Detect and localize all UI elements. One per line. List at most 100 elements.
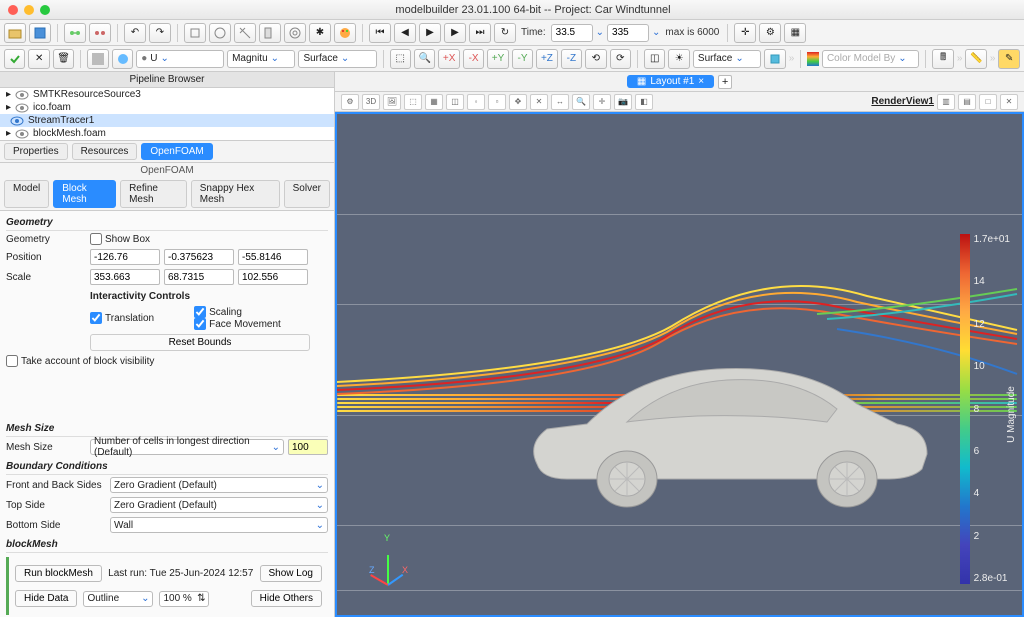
camera-x-icon[interactable]: +X: [438, 49, 459, 69]
time-input[interactable]: [551, 24, 593, 42]
scaling-checkbox[interactable]: [194, 306, 206, 318]
sphere-icon[interactable]: [209, 23, 231, 43]
axis-icon[interactable]: ✛: [734, 23, 756, 43]
apply-icon[interactable]: [4, 49, 25, 69]
colormap-icon[interactable]: [807, 52, 819, 66]
split-view-icon[interactable]: ▥: [937, 94, 955, 110]
maximize-view-icon[interactable]: □: [979, 94, 997, 110]
select-block-icon[interactable]: ◫: [446, 94, 464, 110]
facemove-checkbox[interactable]: [194, 318, 206, 330]
pipeline-item-selected[interactable]: StreamTracer1: [0, 114, 334, 127]
next-frame-icon[interactable]: ▶: [444, 23, 466, 43]
color-model-dropdown[interactable]: Color Model By⌄: [822, 50, 920, 68]
tab-properties[interactable]: Properties: [4, 143, 68, 160]
hide-others-button[interactable]: Hide Others: [251, 590, 322, 607]
outline-select[interactable]: Outline⌄: [83, 591, 153, 607]
reset-icon[interactable]: ✕: [28, 49, 49, 69]
run-blockmesh-button[interactable]: Run blockMesh: [15, 565, 102, 582]
view-3d-icon[interactable]: 3D: [362, 94, 380, 110]
zoom-box-icon[interactable]: 🔍: [572, 94, 590, 110]
color-solid-icon[interactable]: [87, 49, 108, 69]
hover-cell-icon[interactable]: ▫: [488, 94, 506, 110]
pos-z-input[interactable]: [238, 249, 308, 265]
opacity-stepper[interactable]: 100 %⇅: [159, 591, 209, 607]
tab-model[interactable]: Model: [4, 180, 49, 208]
slice-icon[interactable]: [234, 23, 256, 43]
tab-solver[interactable]: Solver: [284, 180, 330, 208]
maximize-icon[interactable]: [40, 5, 50, 15]
color-scalar-icon[interactable]: [112, 49, 133, 69]
variable-dropdown[interactable]: ●U⌄: [136, 50, 224, 68]
screenshot-icon[interactable]: 📷: [614, 94, 632, 110]
layout-tab[interactable]: ▦Layout #1×: [627, 75, 714, 88]
pipeline-item[interactable]: ▸SMTKResourceSource3: [0, 88, 334, 101]
play-icon[interactable]: ▶: [419, 23, 441, 43]
save-icon[interactable]: [29, 23, 51, 43]
disconnect-icon[interactable]: [89, 23, 111, 43]
bottom-side-select[interactable]: Wall⌄: [110, 517, 328, 533]
pipeline-item[interactable]: ▸ico.foam: [0, 101, 334, 114]
open-icon[interactable]: [4, 23, 26, 43]
pos-y-input[interactable]: [164, 249, 234, 265]
close-icon[interactable]: [8, 5, 18, 15]
palette-icon[interactable]: [334, 23, 356, 43]
loop-icon[interactable]: ↻: [494, 23, 516, 43]
representation-dropdown[interactable]: Surface⌄: [298, 50, 376, 68]
camera-nx-icon[interactable]: -X: [463, 49, 484, 69]
tab-refinemesh[interactable]: Refine Mesh: [120, 180, 187, 208]
gear-icon[interactable]: ⚙: [759, 23, 781, 43]
prev-frame-icon[interactable]: ◀: [394, 23, 416, 43]
close-view-icon[interactable]: ✕: [1000, 94, 1018, 110]
camera-adjust-icon[interactable]: ↔: [551, 94, 569, 110]
cube-icon[interactable]: [764, 49, 785, 69]
render-view[interactable]: 1.7e+01 14 12 10 8 6 4 2 2.8e-01 U Magni…: [335, 112, 1024, 617]
undo-icon[interactable]: ↶: [124, 23, 146, 43]
block-visibility-checkbox[interactable]: [6, 355, 18, 367]
camera-z-icon[interactable]: +Z: [536, 49, 557, 69]
grid-icon[interactable]: ▦: [784, 23, 806, 43]
connect-icon[interactable]: [64, 23, 86, 43]
calculator-icon[interactable]: 🖩: [932, 49, 953, 69]
edit-icon[interactable]: ✎: [998, 49, 1019, 69]
camera-ny-icon[interactable]: -Y: [512, 49, 533, 69]
rotate-90-icon[interactable]: ⟳: [610, 49, 631, 69]
camera-nz-icon[interactable]: -Z: [561, 49, 582, 69]
rotate90-icon[interactable]: ⟲: [585, 49, 606, 69]
ruler-icon[interactable]: 📏: [965, 49, 986, 69]
glyph-icon[interactable]: ✱: [309, 23, 331, 43]
view-options-icon[interactable]: ⚙: [341, 94, 359, 110]
tab-blockmesh[interactable]: Block Mesh: [53, 180, 116, 208]
eye-icon[interactable]: [15, 129, 29, 139]
clip-icon[interactable]: [259, 23, 281, 43]
select-cells-icon[interactable]: ▦: [425, 94, 443, 110]
top-side-select[interactable]: Zero Gradient (Default)⌄: [110, 497, 328, 513]
tab-resources[interactable]: Resources: [72, 143, 138, 160]
pos-x-input[interactable]: [90, 249, 160, 265]
reset-camera-icon[interactable]: ⬚: [390, 49, 411, 69]
meshsize-value-input[interactable]: [288, 439, 328, 455]
select-points-icon[interactable]: ⬚: [404, 94, 422, 110]
first-frame-icon[interactable]: ⏮: [369, 23, 391, 43]
scale-z-input[interactable]: [238, 269, 308, 285]
contour-icon[interactable]: [284, 23, 306, 43]
tab-snappy[interactable]: Snappy Hex Mesh: [191, 180, 280, 208]
camera-y-icon[interactable]: +Y: [487, 49, 508, 69]
front-back-select[interactable]: Zero Gradient (Default)⌄: [110, 477, 328, 493]
repr2-dropdown[interactable]: Surface⌄: [693, 50, 761, 68]
eye-icon[interactable]: [15, 90, 29, 100]
split-h-icon[interactable]: ◧: [635, 94, 653, 110]
selection-icon[interactable]: ◫: [644, 49, 665, 69]
reset-bounds-button[interactable]: Reset Bounds: [90, 334, 310, 351]
redo-icon[interactable]: ↷: [149, 23, 171, 43]
tab-openfoam[interactable]: OpenFOAM: [141, 143, 212, 160]
hover-point-icon[interactable]: ◦: [467, 94, 485, 110]
meshsize-option-select[interactable]: Number of cells in longest direction (De…: [90, 439, 284, 455]
delete-icon[interactable]: 🗑: [53, 49, 74, 69]
close-tab-icon[interactable]: ×: [698, 76, 704, 87]
zoom-data-icon[interactable]: 🔍: [414, 49, 435, 69]
translation-checkbox[interactable]: [90, 312, 102, 324]
pipeline-item[interactable]: ▸blockMesh.foam: [0, 127, 334, 140]
eye-icon[interactable]: [10, 116, 24, 126]
hide-data-button[interactable]: Hide Data: [15, 590, 77, 607]
center-rotation-icon[interactable]: ✛: [593, 94, 611, 110]
